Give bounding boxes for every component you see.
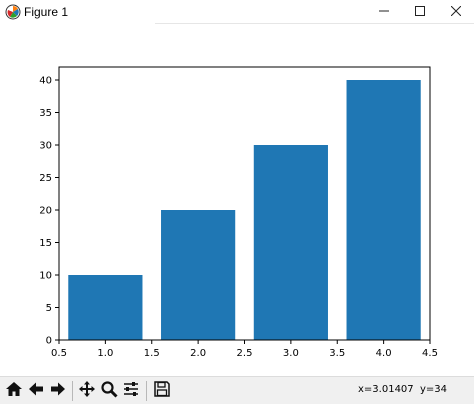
save-button[interactable] [152, 381, 172, 401]
x-tick-label: 3.5 [329, 348, 345, 359]
maximize-button[interactable] [402, 0, 438, 24]
back-button[interactable] [26, 381, 46, 401]
zoom-button[interactable] [99, 381, 119, 401]
forward-button[interactable] [48, 381, 68, 401]
x-tick-label: 3.0 [283, 348, 299, 359]
y-tick-label: 40 [39, 76, 52, 87]
minimize-button[interactable] [366, 0, 402, 24]
x-tick-label: 2.5 [237, 348, 253, 359]
y-tick-label: 0 [46, 336, 52, 347]
bar [253, 145, 328, 340]
configure-subplots-icon [122, 380, 140, 402]
home-button[interactable] [4, 381, 24, 401]
title-bar: Figure 1 [0, 0, 474, 24]
navigation-toolbar: x=3.01407 y=34 [0, 376, 474, 404]
maximize-icon [415, 5, 425, 19]
x-tick-label: 4.0 [376, 348, 392, 359]
x-tick-label: 4.5 [422, 348, 438, 359]
back-icon [27, 380, 45, 402]
toolbar-separator [146, 381, 147, 401]
y-tick-label: 20 [39, 206, 52, 217]
cursor-y-readout: y=34 [420, 384, 448, 395]
y-tick-label: 15 [39, 238, 52, 249]
bar-chart[interactable]: 0.5 1.0 1.5 2.0 2.5 3.0 3.5 4.0 4.5 0 5 10 15 20 25 30… [0, 24, 474, 376]
y-tick-label: 30 [39, 141, 52, 152]
x-tick-label: 1.0 [97, 348, 113, 359]
x-tick-label: 0.5 [51, 348, 67, 359]
bar [161, 210, 236, 340]
configure-subplots-button[interactable] [121, 381, 141, 401]
bar [68, 275, 143, 340]
forward-icon [49, 380, 67, 402]
window-title: Figure 1 [24, 5, 69, 19]
x-tick-label: 1.5 [144, 348, 160, 359]
cursor-x-readout: x=3.01407 [358, 384, 414, 395]
toolbar-separator [72, 381, 73, 401]
bar [346, 80, 421, 340]
figure-window: Figure 1 0.5 1.0 1.5 2.0 2.5 3.0 3.5 4.0 4.5 0 5 1… [0, 0, 474, 404]
close-icon [450, 5, 462, 19]
y-tick-label: 5 [46, 303, 52, 314]
save-icon [153, 380, 171, 402]
minimize-icon [379, 5, 389, 19]
y-tick-label: 35 [39, 108, 52, 119]
x-tick-label: 2.0 [190, 348, 206, 359]
y-tick-label: 10 [39, 271, 52, 282]
pan-icon [78, 380, 96, 402]
close-button[interactable] [438, 0, 474, 24]
y-tick-label: 25 [39, 173, 52, 184]
zoom-icon [100, 380, 118, 402]
matplotlib-logo-icon [5, 4, 21, 20]
pan-button[interactable] [77, 381, 97, 401]
figure-canvas[interactable]: 0.5 1.0 1.5 2.0 2.5 3.0 3.5 4.0 4.5 0 5 10 15 20 25 30… [0, 24, 474, 376]
home-icon [5, 380, 23, 402]
